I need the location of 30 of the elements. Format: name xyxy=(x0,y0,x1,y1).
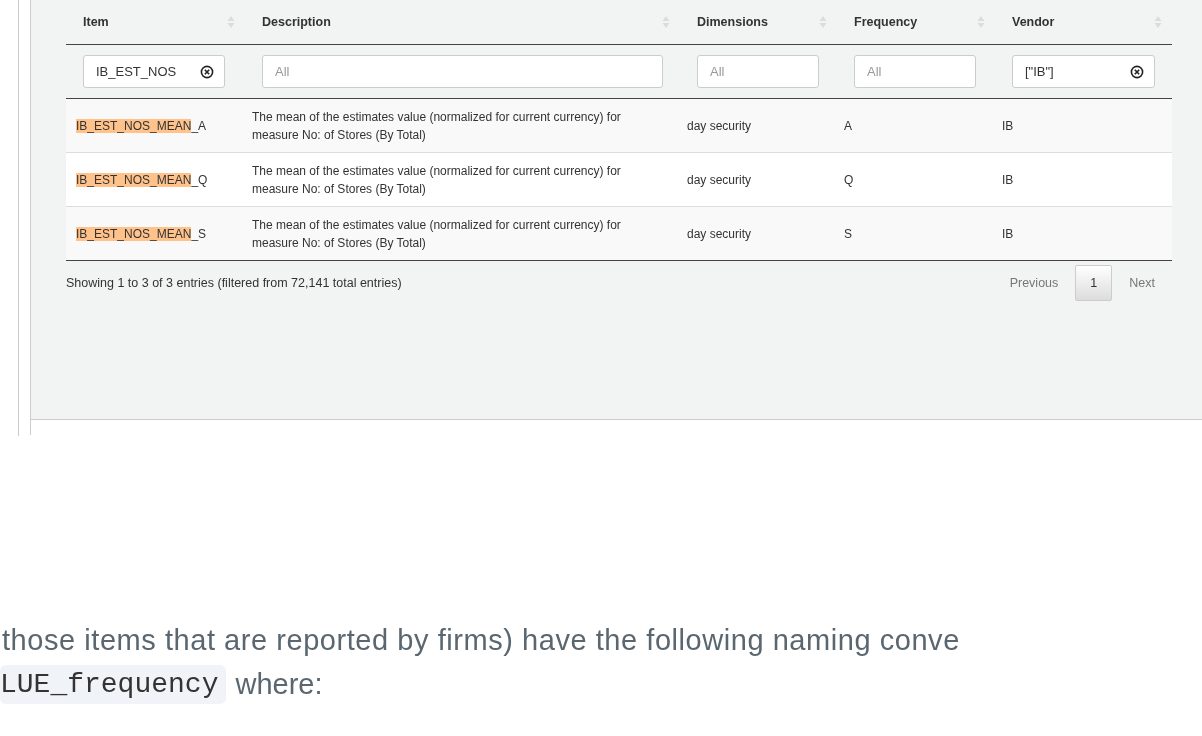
clear-icon[interactable] xyxy=(200,64,214,79)
table-cell-text: IB_EST_NOS_MEAN_A xyxy=(76,117,207,135)
table-cell-text: The mean of the estimates value (normalized for current currency) for measure No: of Stores (By Total) xyxy=(252,108,622,144)
body-text: where: xyxy=(235,668,323,701)
table-cell-text: The mean of the estimates value (normalized for current currency) for measure No: of Stores (By Total) xyxy=(252,162,622,198)
filter-field[interactable]: IB_EST_NOS xyxy=(83,55,225,88)
table-cell-text: day security xyxy=(687,117,752,135)
entries-info: Showing 1 to 3 of 3 entries (filtered from 72,141 total entries) xyxy=(66,276,402,290)
table-cell-text: IB xyxy=(1002,171,1014,189)
table-cell-text: IB_EST_NOS_MEAN_S xyxy=(76,225,207,243)
table-cell-text: IB xyxy=(1002,117,1014,135)
table-cell-text: day security xyxy=(687,225,752,243)
column-header[interactable]: Dimensions xyxy=(697,15,768,29)
previous-link[interactable]: Previous xyxy=(992,276,1076,290)
inline-code: LUE_frequency xyxy=(0,665,227,704)
table-cell-text: S xyxy=(844,225,852,243)
table-cell-text: A xyxy=(844,117,852,135)
page-button[interactable]: 1 xyxy=(1075,265,1113,301)
table-cell-text: Q xyxy=(844,171,854,189)
table-cell-text: IB xyxy=(1002,225,1014,243)
clear-icon[interactable] xyxy=(1130,64,1144,79)
column-header[interactable]: Vendor xyxy=(1012,15,1055,29)
filter-field[interactable]: ["IB"] xyxy=(1012,55,1155,88)
body-text: those items that are reported by firms) have the following naming conve xyxy=(1,623,961,658)
column-header[interactable]: Item xyxy=(83,15,109,29)
table-cell-text: The mean of the estimates value (normalized for current currency) for measure No: of Stores (By Total) xyxy=(252,216,622,252)
next-link[interactable]: Next xyxy=(1112,276,1172,290)
column-header[interactable]: Description xyxy=(262,15,331,29)
column-header[interactable]: Frequency xyxy=(854,15,918,29)
table-cell-text: day security xyxy=(687,171,752,189)
